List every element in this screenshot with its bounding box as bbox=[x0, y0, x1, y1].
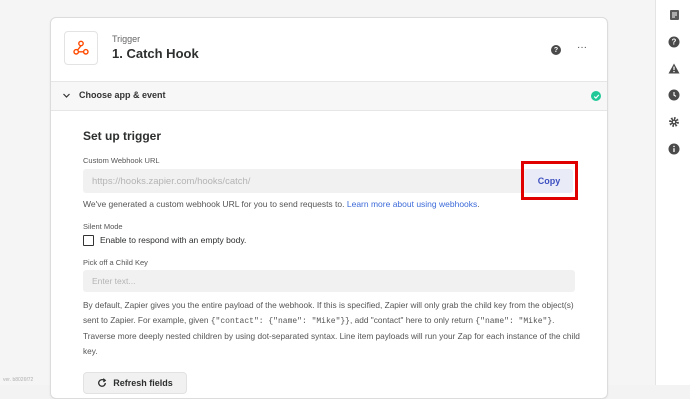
refresh-icon bbox=[98, 378, 107, 387]
check-circle-icon bbox=[591, 91, 601, 101]
refresh-fields-button[interactable]: Refresh fields bbox=[83, 372, 187, 394]
webhook-help-text: We've generated a custom webhook URL for… bbox=[83, 199, 480, 209]
details-icon[interactable] bbox=[666, 7, 682, 23]
info-icon[interactable] bbox=[666, 141, 682, 157]
step-title: 1. Catch Hook bbox=[112, 46, 199, 61]
choose-app-event-section[interactable]: Choose app & event bbox=[51, 81, 607, 111]
version-label: ver. b8026f72 bbox=[3, 377, 34, 383]
child-key-label: Pick off a Child Key bbox=[83, 258, 148, 267]
alert-icon[interactable] bbox=[666, 60, 682, 76]
step-type-label: Trigger bbox=[112, 34, 141, 44]
svg-text:?: ? bbox=[672, 38, 677, 47]
webhook-url-field[interactable]: https://hooks.zapier.com/hooks/catch/ Co… bbox=[83, 169, 573, 193]
chevron-down-icon bbox=[63, 93, 70, 98]
setup-trigger-heading: Set up trigger bbox=[83, 129, 162, 143]
silent-mode-label: Silent Mode bbox=[83, 222, 123, 231]
learn-more-webhooks-link[interactable]: Learn more about using webhooks bbox=[347, 199, 477, 209]
child-key-description: By default, Zapier gives you the entire … bbox=[83, 300, 580, 356]
right-sidebar: ? bbox=[655, 0, 690, 385]
section-title: Choose app & event bbox=[79, 90, 166, 100]
child-key-input[interactable] bbox=[83, 270, 575, 292]
more-options-icon[interactable]: ··· bbox=[577, 42, 587, 53]
trigger-step-card: Trigger 1. Catch Hook ? ··· Choose app &… bbox=[50, 17, 608, 399]
silent-mode-checkbox[interactable] bbox=[83, 235, 94, 246]
webhook-icon bbox=[64, 31, 98, 65]
step-header[interactable]: Trigger 1. Catch Hook ? ··· bbox=[51, 18, 607, 80]
copy-button[interactable]: Copy bbox=[525, 169, 573, 193]
webhook-url-value: https://hooks.zapier.com/hooks/catch/ bbox=[92, 176, 251, 187]
settings-icon[interactable] bbox=[666, 114, 682, 130]
help-icon[interactable]: ? bbox=[666, 34, 682, 50]
refresh-fields-label: Refresh fields bbox=[113, 378, 173, 388]
history-icon[interactable] bbox=[666, 87, 682, 103]
webhook-url-label: Custom Webhook URL bbox=[83, 156, 160, 165]
silent-mode-checkbox-label[interactable]: Enable to respond with an empty body. bbox=[100, 235, 246, 245]
help-icon[interactable]: ? bbox=[551, 45, 561, 55]
